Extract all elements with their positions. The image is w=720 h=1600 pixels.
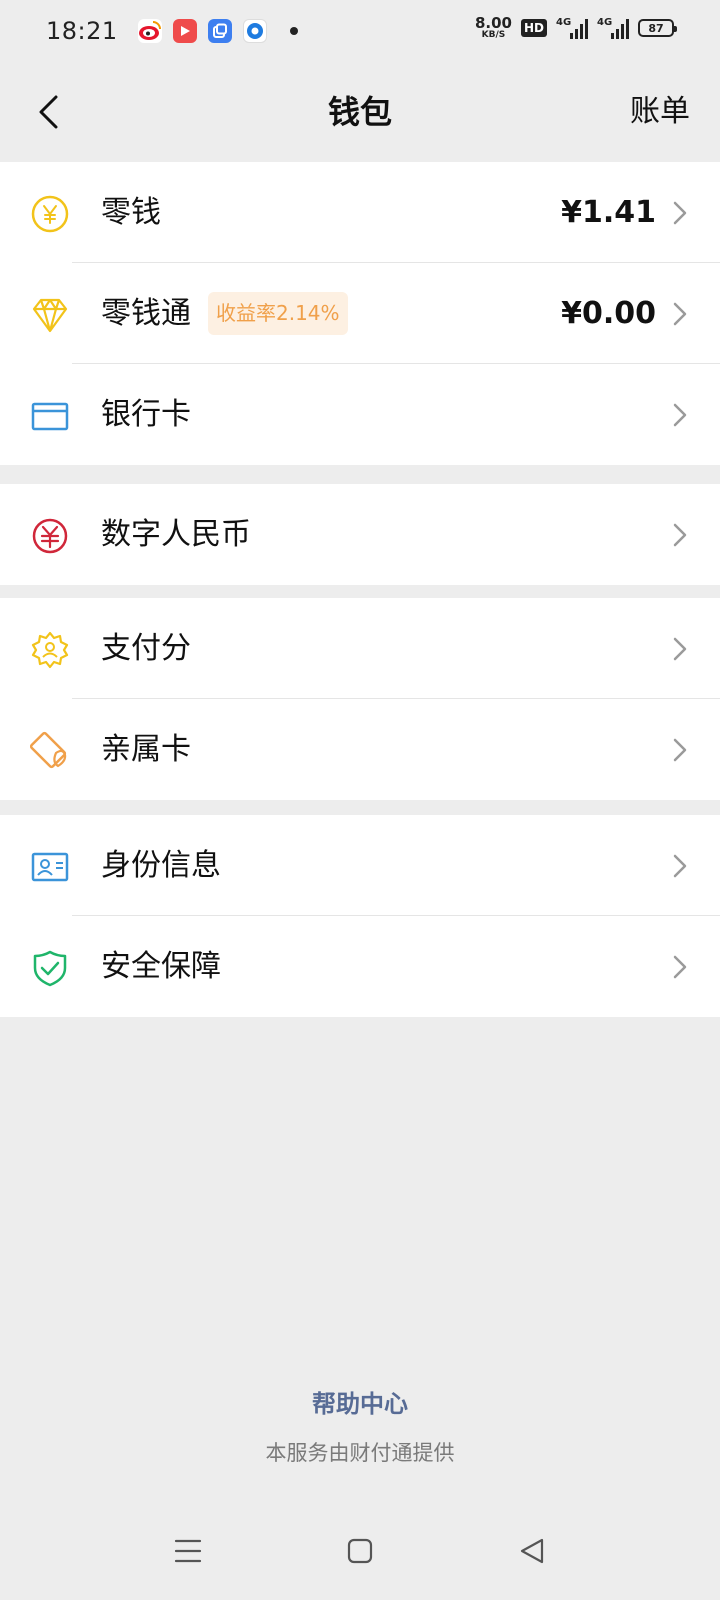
browser-app-icon (242, 19, 267, 43)
video-app-icon (172, 19, 197, 43)
diamond-icon (30, 295, 70, 335)
menu-item-label: 银行卡 (101, 397, 191, 432)
signal-icon-2: 4G (597, 17, 629, 39)
home-button[interactable] (335, 1526, 385, 1576)
menu-item-pay-score[interactable]: 支付分 (0, 598, 720, 699)
help-center-link[interactable]: 帮助中心 (0, 1384, 720, 1419)
menu-item-label: 安全保障 (101, 949, 221, 984)
provider-notice: 本服务由财付通提供 (265, 1441, 455, 1465)
wallet-group-balance: 零钱 ¥1.41 零钱通 收益率2.14% ¥0.00 银行卡 (0, 162, 720, 465)
net-speed: 8.00 KB/S (474, 14, 512, 40)
chevron-right-icon (673, 637, 687, 661)
nav-header: 钱包 账单 (0, 62, 720, 162)
menu-item-label: 零钱 (101, 195, 161, 230)
signal-icon: 4G (556, 17, 588, 39)
chevron-right-icon (673, 403, 687, 427)
menu-item-change[interactable]: 零钱 ¥1.41 (0, 162, 720, 263)
licaitong-value: ¥0.00 (561, 296, 656, 331)
status-bar: 18:21 8.00 KB/S HD 4G 4G 87 (0, 0, 720, 62)
menu-item-label: 支付分 (101, 631, 191, 666)
menu-item-security[interactable]: 安全保障 (0, 916, 720, 1017)
menu-item-bank-card[interactable]: 银行卡 (0, 364, 720, 465)
family-card-icon (30, 731, 70, 771)
home-square-icon (347, 1538, 373, 1564)
menu-item-label: 身份信息 (101, 848, 221, 883)
menu-button[interactable] (163, 1526, 213, 1576)
menu-item-label: 数字人民币 (101, 517, 251, 552)
status-time: 18:21 (46, 17, 118, 45)
id-card-icon (30, 847, 70, 887)
menu-item-label: 零钱通 (101, 296, 191, 331)
battery-icon: 87 (638, 19, 677, 37)
wallet-group-security: 身份信息 安全保障 (0, 815, 720, 1017)
pay-score-icon (30, 630, 70, 670)
weibo-icon (137, 19, 162, 43)
page-title: 钱包 (327, 93, 392, 131)
menu-item-digital-rmb[interactable]: 数字人民币 (0, 484, 720, 585)
digital-rmb-icon (30, 516, 70, 556)
menu-item-licaitong[interactable]: 零钱通 收益率2.14% ¥0.00 (0, 263, 720, 364)
back-system-button[interactable] (507, 1526, 557, 1576)
multiwindow-app-icon (207, 19, 232, 43)
bank-card-icon (30, 396, 70, 436)
menu-icon (174, 1539, 202, 1563)
notification-dot-icon (289, 27, 298, 35)
menu-item-label: 亲属卡 (101, 732, 191, 767)
menu-item-family-card[interactable]: 亲属卡 (0, 699, 720, 800)
chevron-right-icon (673, 523, 687, 547)
chevron-right-icon (673, 302, 687, 326)
back-triangle-icon (520, 1538, 544, 1564)
chevron-right-icon (673, 738, 687, 762)
yield-rate-badge: 收益率2.14% (208, 292, 348, 335)
balance-value: ¥1.41 (561, 195, 656, 230)
chevron-right-icon (673, 854, 687, 878)
wallet-group-credit: 支付分 亲属卡 (0, 598, 720, 800)
shield-check-icon (30, 948, 70, 988)
hd-voice-icon: HD (520, 19, 547, 37)
chevron-right-icon (673, 201, 687, 225)
wallet-group-digital-rmb: 数字人民币 (0, 484, 720, 585)
system-nav-bar (0, 1500, 720, 1600)
yuan-coin-icon (30, 194, 70, 234)
chevron-right-icon (673, 955, 687, 979)
bill-link[interactable]: 账单 (630, 84, 690, 140)
menu-item-identity[interactable]: 身份信息 (0, 815, 720, 916)
